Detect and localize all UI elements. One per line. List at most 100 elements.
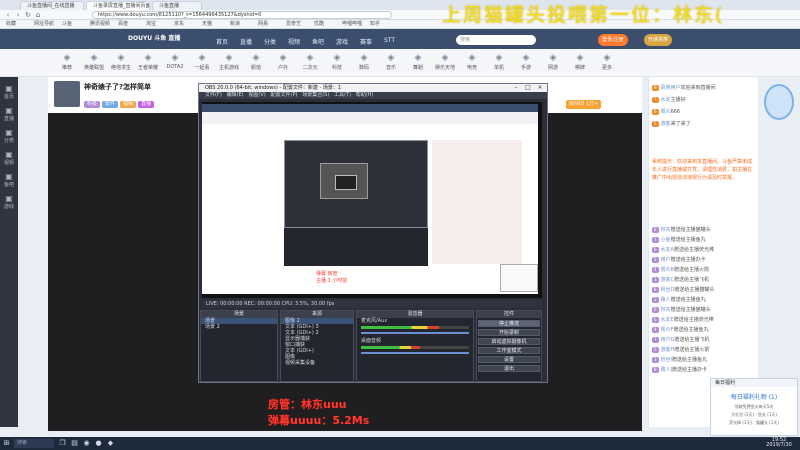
bookmark-item[interactable]: 哔哩哔哩 (342, 21, 362, 28)
category-item[interactable]: ◈ 科技 (324, 53, 350, 71)
control-button[interactable]: 设置 (478, 356, 540, 363)
category-item[interactable]: ◈ 舞蹈 (405, 53, 431, 71)
bookmark-item[interactable]: 爱奇艺 (286, 21, 301, 28)
bookmark-item[interactable]: 收藏 (6, 21, 16, 28)
site-nav-link[interactable]: 赛事 (360, 37, 372, 46)
category-item[interactable]: ◈ 棋牌 (567, 53, 593, 71)
menu-item[interactable]: 文件(F) (205, 92, 222, 98)
site-nav-link[interactable]: 视频 (288, 37, 300, 46)
left-nav-item[interactable]: ▣ 直播 (2, 106, 16, 122)
url-input[interactable]: https://www.douyu.com/8125110?_t=1564496… (92, 11, 392, 19)
bookmark-item[interactable]: 斗鱼 (62, 21, 72, 28)
left-nav-item[interactable]: ▣ 鱼吧 (2, 172, 16, 188)
avatar[interactable] (54, 81, 80, 107)
category-item[interactable]: ◈ DOTA2 (162, 53, 188, 70)
browser-tab[interactable]: 斗鱼直播 (152, 1, 202, 10)
refresh-icon[interactable]: ↻ (24, 11, 32, 19)
bookmark-item[interactable]: 天猫 (202, 21, 212, 28)
chat-username[interactable]: 路人 (661, 297, 671, 303)
site-nav-link[interactable]: 鱼吧 (312, 37, 324, 46)
search-input[interactable]: 搜索 (456, 35, 536, 45)
maximize-icon[interactable]: □ (523, 84, 533, 92)
bookmark-item[interactable]: 知乎 (370, 21, 380, 28)
site-nav-link[interactable]: 首页 (216, 37, 228, 46)
category-item[interactable]: ◈ 英雄联盟 (81, 53, 107, 71)
chat-username[interactable]: 观众B (661, 267, 674, 273)
room-tag[interactable]: 科技 (84, 101, 101, 108)
room-tag[interactable]: 直播 (138, 101, 155, 108)
category-item[interactable]: ◈ 推荐 (54, 53, 80, 71)
category-item[interactable]: ◈ 单机 (486, 53, 512, 71)
category-item[interactable]: ◈ 数码 (351, 53, 377, 71)
category-item[interactable]: ◈ 音乐 (378, 53, 404, 71)
bookmark-item[interactable]: 百度 (118, 21, 128, 28)
menu-item[interactable]: 视图(V) (248, 92, 265, 98)
left-nav-item[interactable]: ▣ 分类 (2, 128, 16, 144)
menu-item[interactable]: 编辑(E) (227, 92, 244, 98)
volume-slider[interactable] (361, 352, 469, 354)
back-icon[interactable]: ‹ (4, 11, 12, 19)
chat-username[interactable]: 粉丝I (661, 357, 672, 363)
left-nav-item[interactable]: ▣ 游戏 (2, 194, 16, 210)
minimize-icon[interactable]: – (511, 84, 521, 92)
chat-username[interactable]: 粉丝D (661, 287, 675, 293)
bookmark-item[interactable]: 新浪 (230, 21, 240, 28)
chat-username[interactable]: 观众 (661, 109, 671, 115)
chat-username[interactable]: 路人J (661, 367, 672, 373)
category-item[interactable]: ◈ 颜值 (243, 53, 269, 71)
browser-tab[interactable]: 斗鱼直播间_在线直播 (20, 1, 84, 10)
forward-icon[interactable]: › (14, 11, 22, 19)
category-item[interactable]: ◈ 电竞 (459, 53, 485, 71)
chat-username[interactable]: 林东 (661, 227, 671, 233)
category-item[interactable]: ◈ 网游 (540, 53, 566, 71)
category-item[interactable]: ◈ 更多 (594, 53, 620, 71)
category-item[interactable]: ◈ 绝地求生 (108, 53, 134, 71)
taskbar-search[interactable]: 搜索 (14, 439, 54, 448)
control-button[interactable]: 启动虚拟摄像机 (478, 338, 540, 345)
chat-username[interactable]: 游客C (661, 277, 675, 283)
bookmark-item[interactable]: 优酷 (314, 21, 324, 28)
folder-icon[interactable]: ▤ (70, 439, 79, 448)
site-nav-link[interactable]: 分类 (264, 37, 276, 46)
chat-username[interactable]: 游客 (661, 121, 671, 127)
room-tag[interactable]: 视频 (120, 101, 137, 108)
category-item[interactable]: ◈ 主机游戏 (216, 53, 242, 71)
bookmark-item[interactable]: 网易 (258, 21, 268, 28)
chat-username[interactable]: 观众F (661, 327, 674, 333)
control-button[interactable]: 退出 (478, 365, 540, 372)
menu-item[interactable]: 工具(T) (334, 92, 351, 98)
scene-item[interactable]: 场景 2 (201, 324, 277, 330)
chat-username[interactable]: 游客H (661, 347, 675, 353)
category-item[interactable]: ◈ 手游 (513, 53, 539, 71)
menu-item[interactable]: 配置文件(P) (271, 92, 298, 98)
clock[interactable]: 19:52 2019/7/30 (760, 438, 798, 448)
start-icon[interactable]: ⊞ (2, 439, 11, 448)
chat-username[interactable]: 水友E (661, 317, 674, 323)
category-item[interactable]: ◈ 娱乐天地 (432, 53, 458, 71)
chat-username[interactable]: 水友A (661, 247, 674, 253)
task-view-icon[interactable]: ❐ (58, 439, 67, 448)
site-nav-link[interactable]: 游戏 (336, 37, 348, 46)
category-item[interactable]: ◈ 王者荣耀 (135, 53, 161, 71)
site-logo[interactable]: DOUYU 斗鱼 直播 (128, 33, 180, 42)
chat-username[interactable]: 林东 (661, 307, 671, 313)
obs-icon[interactable]: ● (94, 439, 103, 448)
browser-tab-active[interactable]: 斗鱼录屏直播_直播间页面 (86, 1, 150, 10)
home-icon[interactable]: ⌂ (34, 11, 42, 19)
category-item[interactable]: ◈ 一起看 (189, 53, 215, 71)
room-tag[interactable]: 软件 (102, 101, 119, 108)
site-nav-link[interactable]: 直播 (240, 37, 252, 46)
control-button[interactable]: 停止推流 (478, 320, 540, 327)
site-nav-link[interactable]: STT (384, 37, 395, 44)
chat-username[interactable]: 贵族用户 (661, 85, 681, 91)
bookmark-item[interactable]: 网址导航 (34, 21, 54, 28)
volume-slider[interactable] (361, 332, 469, 334)
left-nav-item[interactable]: ▣ 首页 (2, 84, 16, 100)
chat-username[interactable]: 用户G (661, 337, 675, 343)
mascot-icon[interactable] (764, 84, 794, 120)
source-item[interactable]: 视频采集设备 (281, 360, 353, 366)
noble-button[interactable]: 开通贵族 (644, 34, 673, 46)
bookmark-item[interactable]: 腾讯视频 (90, 21, 110, 28)
category-item[interactable]: ◈ 二次元 (297, 53, 323, 71)
chat-username[interactable]: 小鱼 (661, 237, 671, 243)
